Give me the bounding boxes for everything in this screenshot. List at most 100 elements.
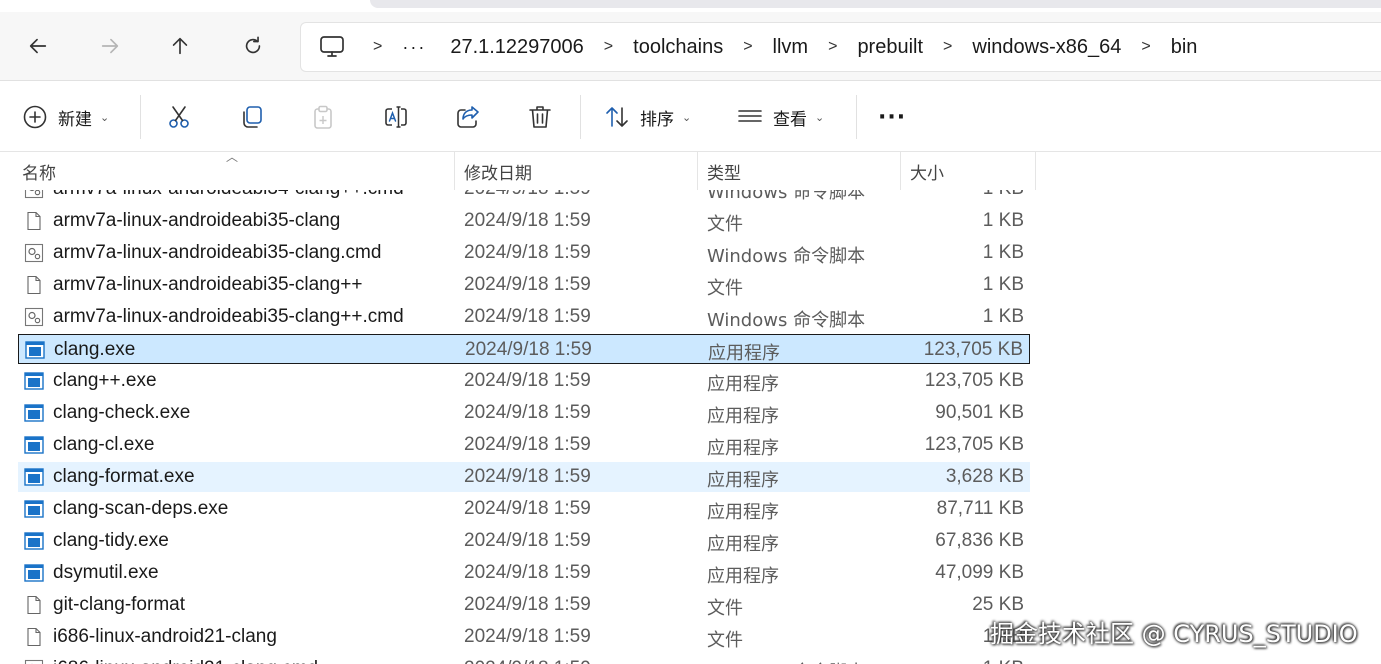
share-button[interactable] — [455, 99, 481, 135]
new-button-label: 新建 — [58, 105, 92, 130]
file-type: Windows 命令脚本 — [707, 190, 865, 204]
file-icon — [24, 275, 44, 295]
file-size: 87,711 KB — [937, 498, 1024, 520]
file-size: 1 KB — [983, 306, 1024, 328]
breadcrumb-separator[interactable]: > — [743, 38, 752, 56]
toolbar-separator — [856, 95, 857, 139]
file-row[interactable]: i686-linux-android21-clang2024/9/18 1:59… — [18, 622, 1030, 652]
cmd-script-icon — [24, 307, 44, 327]
file-name: clang-format.exe — [53, 466, 195, 488]
up-button[interactable] — [162, 30, 198, 62]
file-type: 应用程序 — [707, 434, 779, 460]
file-name: clang-tidy.exe — [53, 530, 169, 552]
sort-button-label: 排序 — [640, 105, 674, 130]
file-row[interactable]: clang-tidy.exe2024/9/18 1:59应用程序67,836 K… — [18, 526, 1030, 556]
breadcrumb-item[interactable]: prebuilt — [857, 36, 923, 59]
file-size: 1 KB — [983, 274, 1024, 296]
arrow-right-icon — [99, 35, 121, 57]
column-resize-handle[interactable] — [900, 152, 901, 190]
computer-icon[interactable] — [319, 35, 345, 59]
file-type: 应用程序 — [707, 370, 779, 396]
file-name: i686-linux-android21-clang — [53, 626, 277, 648]
refresh-icon — [242, 35, 264, 57]
file-date-modified: 2024/9/18 1:59 — [464, 594, 591, 616]
column-resize-handle[interactable] — [1035, 152, 1036, 190]
cmd-script-icon — [24, 243, 44, 263]
file-type: 文件 — [707, 274, 743, 300]
view-button[interactable]: 查看 ⌄ — [737, 99, 824, 135]
file-row[interactable]: clang-check.exe2024/9/18 1:59应用程序90,501 … — [18, 398, 1030, 428]
rename-button[interactable] — [383, 99, 409, 135]
breadcrumb-separator[interactable]: > — [828, 38, 837, 56]
file-name: armv7a-linux-androideabi35-clang.cmd — [53, 242, 381, 264]
file-row[interactable]: clang.exe2024/9/18 1:59应用程序123,705 KB — [18, 334, 1030, 364]
file-row[interactable]: dsymutil.exe2024/9/18 1:59应用程序47,099 KB — [18, 558, 1030, 588]
file-row[interactable]: armv7a-linux-androideabi35-clang++2024/9… — [18, 270, 1030, 300]
file-type: 文件 — [707, 626, 743, 652]
sort-icon — [604, 104, 630, 130]
file-date-modified: 2024/9/18 1:59 — [464, 658, 591, 664]
column-header-date[interactable]: 修改日期 — [464, 152, 694, 190]
file-row[interactable]: armv7a-linux-androideabi35-clang.cmd2024… — [18, 238, 1030, 268]
file-row[interactable]: i686-linux-android21-clang.cmd2024/9/18 … — [18, 654, 1030, 664]
navigation-bar: > ··· 27.1.12297006 > toolchains > llvm … — [0, 12, 1381, 80]
file-row[interactable]: armv7a-linux-androideabi35-clang++.cmd20… — [18, 302, 1030, 332]
file-date-modified: 2024/9/18 1:59 — [464, 562, 591, 584]
delete-button[interactable] — [527, 99, 553, 135]
sort-button[interactable]: 排序 ⌄ — [604, 99, 691, 135]
paste-button[interactable] — [310, 99, 336, 135]
file-row[interactable]: clang-cl.exe2024/9/18 1:59应用程序123,705 KB — [18, 430, 1030, 460]
file-size: 25 KB — [972, 594, 1024, 616]
file-date-modified: 2024/9/18 1:59 — [464, 370, 591, 392]
arrow-left-icon — [27, 35, 49, 57]
toolbar-separator — [580, 95, 581, 139]
cmd-script-icon — [24, 190, 44, 199]
breadcrumb-separator[interactable]: > — [604, 38, 613, 56]
breadcrumb-item[interactable]: windows-x86_64 — [972, 36, 1121, 59]
column-header-name[interactable]: 名称 — [22, 152, 452, 190]
file-name: clang.exe — [54, 339, 135, 361]
cut-button[interactable] — [166, 99, 192, 135]
file-name: dsymutil.exe — [53, 562, 159, 584]
refresh-button[interactable] — [235, 30, 271, 62]
breadcrumb-item[interactable]: toolchains — [633, 36, 723, 59]
file-type: 应用程序 — [707, 466, 779, 492]
file-type: 应用程序 — [708, 339, 780, 365]
file-type: Windows 命令脚本 — [707, 242, 865, 268]
file-row[interactable]: armv7a-linux-androideabi34-clang++.cmd20… — [18, 190, 1030, 204]
breadcrumb-item-current[interactable]: bin — [1171, 36, 1198, 59]
breadcrumb-overflow[interactable]: ··· — [402, 37, 426, 58]
breadcrumb-separator[interactable]: > — [373, 38, 382, 56]
file-size: 123,705 KB — [925, 434, 1024, 456]
column-resize-handle[interactable] — [697, 152, 698, 190]
copy-button[interactable] — [239, 99, 265, 135]
file-size: 47,099 KB — [935, 562, 1024, 584]
toolbar-separator — [140, 95, 141, 139]
column-header-type[interactable]: 类型 — [707, 152, 897, 190]
file-row[interactable]: clang-format.exe2024/9/18 1:59应用程序3,628 … — [18, 462, 1030, 492]
file-date-modified: 2024/9/18 1:59 — [464, 306, 591, 328]
file-row[interactable]: git-clang-format2024/9/18 1:59文件25 KB — [18, 590, 1030, 620]
file-list: armv7a-linux-androideabi34-clang++.cmd20… — [0, 190, 1381, 664]
new-button[interactable]: 新建 ⌄ — [22, 99, 109, 135]
exe-icon — [24, 403, 44, 423]
more-options-button[interactable]: ··· — [878, 99, 906, 135]
tab-strip-edge — [370, 0, 1381, 8]
file-row[interactable]: clang++.exe2024/9/18 1:59应用程序123,705 KB — [18, 366, 1030, 396]
exe-icon — [24, 435, 44, 455]
file-size: 3,628 KB — [946, 466, 1024, 488]
address-bar[interactable]: > ··· 27.1.12297006 > toolchains > llvm … — [300, 22, 1381, 72]
forward-button[interactable] — [92, 30, 128, 62]
file-row[interactable]: armv7a-linux-androideabi35-clang2024/9/1… — [18, 206, 1030, 236]
back-button[interactable] — [20, 30, 56, 62]
file-size: 90,501 KB — [935, 402, 1024, 424]
exe-icon — [25, 340, 45, 360]
breadcrumb-item[interactable]: llvm — [773, 36, 809, 59]
column-resize-handle[interactable] — [454, 152, 455, 190]
breadcrumb-separator[interactable]: > — [1141, 38, 1150, 56]
file-row[interactable]: clang-scan-deps.exe2024/9/18 1:59应用程序87,… — [18, 494, 1030, 524]
breadcrumb-item[interactable]: 27.1.12297006 — [450, 36, 583, 59]
breadcrumb-separator[interactable]: > — [943, 38, 952, 56]
column-header-size[interactable]: 大小 — [910, 152, 1030, 190]
file-date-modified: 2024/9/18 1:59 — [464, 190, 591, 200]
